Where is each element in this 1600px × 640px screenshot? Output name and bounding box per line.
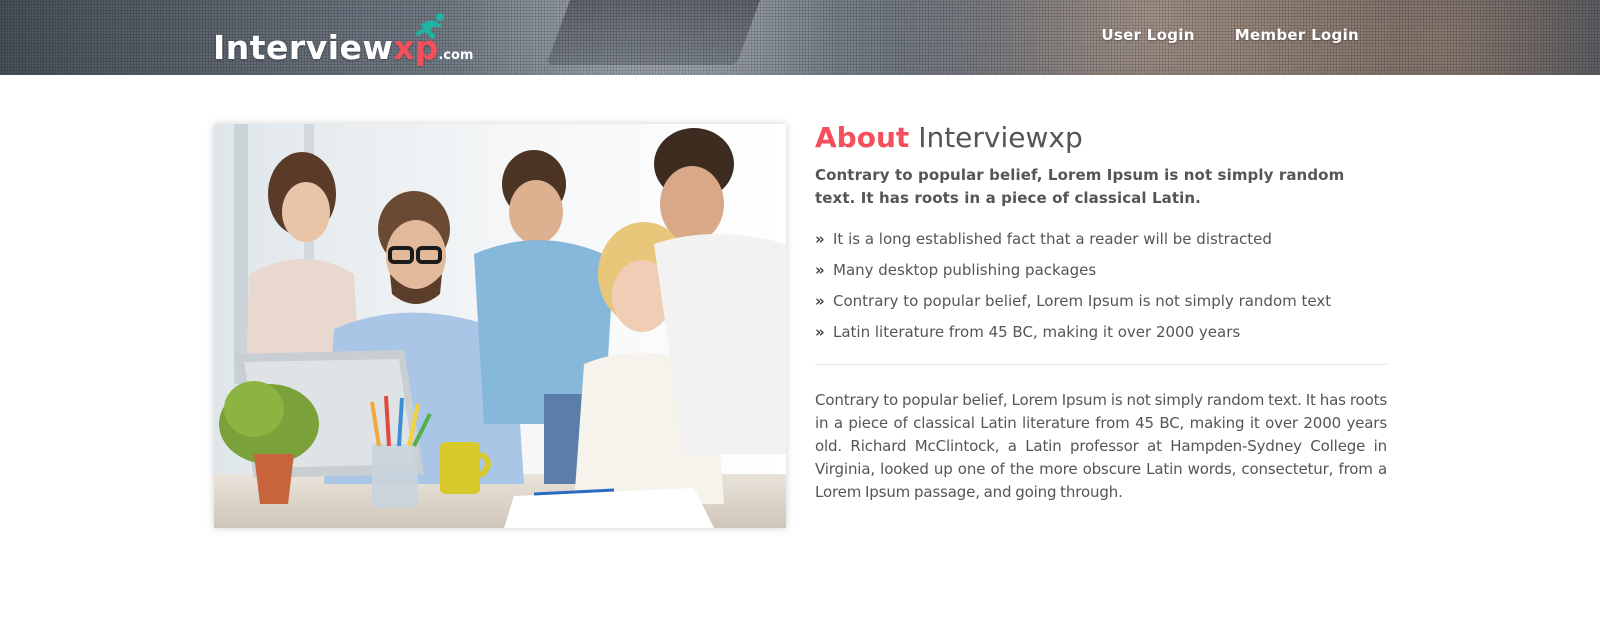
team-photo-illustration — [214, 124, 786, 528]
header-background-laptop — [546, 0, 764, 65]
about-bullet-list: » It is a long established fact that a r… — [815, 224, 1387, 348]
list-item: » Many desktop publishing packages — [815, 255, 1387, 286]
double-chevron-right-icon: » — [815, 292, 825, 310]
double-chevron-right-icon: » — [815, 230, 825, 248]
logo-text-main: Interview — [213, 28, 394, 67]
list-item-text: Contrary to popular belief, Lorem Ipsum … — [833, 292, 1332, 310]
double-chevron-right-icon: » — [815, 323, 825, 341]
about-heading-accent: About — [815, 121, 910, 154]
list-item: » Contrary to popular belief, Lorem Ipsu… — [815, 286, 1387, 317]
header-banner: Interview xp .com User Login Member Logi… — [0, 0, 1600, 75]
member-login-link[interactable]: Member Login — [1235, 26, 1359, 44]
site-logo[interactable]: Interview xp .com — [213, 13, 474, 67]
double-chevron-right-icon: » — [815, 261, 825, 279]
running-figure-icon — [415, 13, 444, 39]
about-heading-rest: Interviewxp — [918, 121, 1083, 154]
user-login-link[interactable]: User Login — [1101, 26, 1194, 44]
about-paragraph: Contrary to popular belief, Lorem Ipsum … — [815, 391, 1387, 501]
top-nav: User Login Member Login — [1101, 26, 1359, 44]
list-item-text: It is a long established fact that a rea… — [833, 230, 1272, 248]
list-item: » Latin literature from 45 BC, making it… — [815, 317, 1387, 348]
list-item-text: Latin literature from 45 BC, making it o… — [833, 323, 1241, 341]
logo-text-suffix: .com — [438, 48, 474, 63]
list-item: » It is a long established fact that a r… — [815, 224, 1387, 255]
about-heading: About Interviewxp — [815, 120, 1387, 156]
list-item-text: Many desktop publishing packages — [833, 261, 1097, 279]
about-section: About Interviewxp Contrary to popular be… — [815, 120, 1387, 504]
team-photo — [214, 124, 786, 528]
about-lead-text: Contrary to popular belief, Lorem Ipsum … — [815, 166, 1345, 207]
section-divider — [815, 364, 1387, 365]
